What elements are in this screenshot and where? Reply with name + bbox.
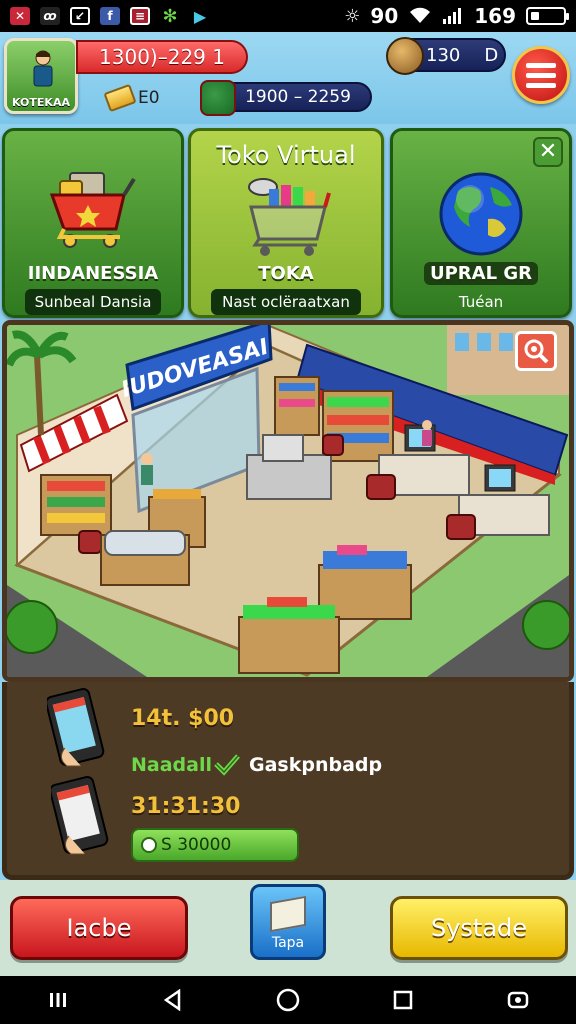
gem-value: 130 <box>426 44 461 66</box>
shopping-cart-icon <box>49 172 136 248</box>
app-icon-5: ≡ <box>130 7 150 25</box>
store-cards: IINDANESSIA Sunbeal Dansia Toko Virtual … <box>0 126 576 320</box>
left-action-button[interactable]: Iacbe <box>10 896 188 960</box>
store-card-indonesia[interactable]: IINDANESSIA Sunbeal Dansia <box>2 128 184 318</box>
main-menu-button[interactable] <box>512 46 570 104</box>
shield-check-icon <box>141 837 157 853</box>
card-subtitle: Tuéan <box>458 293 504 311</box>
card-title: Toko Virtual <box>216 141 356 169</box>
menu-line-icon <box>526 82 556 88</box>
gem-suffix: D <box>484 44 499 66</box>
store-card-upral[interactable]: ✕ UPRAL GR Tuéan <box>390 128 572 318</box>
owner-description: Gaskpnbadp <box>249 754 383 776</box>
gold-bar-icon <box>103 83 137 113</box>
card-subtitle: Nast oclëraatxan <box>211 289 361 315</box>
status-bar: ✕ ꝏ ↙ f ≡ ✻ ▶ ☼ 90 169 <box>0 0 576 32</box>
brightness-icon: ☼ <box>344 5 361 27</box>
menu-line-icon <box>526 72 556 78</box>
top-hud: KOTEKAA 1300)–229 1 E0 1900 – 2259 130 D <box>0 32 576 124</box>
cash-stack-icon <box>200 80 236 116</box>
amount-text: S 30000 <box>161 835 232 855</box>
gold-counter: E0 <box>103 83 160 113</box>
wifi-icon <box>410 7 431 23</box>
menu-line-icon <box>526 62 556 68</box>
recent-apps-icon[interactable] <box>43 985 73 1015</box>
magnifier-gear-icon <box>524 339 549 364</box>
globe-icon <box>439 172 523 256</box>
battery-icon <box>526 7 569 25</box>
money-counter: 1300)–229 1 <box>76 40 248 74</box>
battery-percent: 90 <box>370 4 399 28</box>
store-price: 14t. $00 <box>131 706 235 731</box>
gold-text: E0 <box>138 88 160 108</box>
cash-text: 1900 – 2259 <box>245 87 351 107</box>
system-nav-bar <box>0 976 576 1024</box>
close-icon[interactable]: ✕ <box>533 137 563 167</box>
screenshot-icon[interactable] <box>503 985 533 1015</box>
timer-text: 31:31:30 <box>131 794 241 819</box>
app-icon-1: ✕ <box>10 7 30 25</box>
checkmark-icon <box>214 754 240 776</box>
coin-bag-icon <box>386 37 424 75</box>
app-icon-3: ↙ <box>70 7 90 25</box>
player-label: KOTEKAA <box>12 96 70 109</box>
cash-counter: 1900 – 2259 <box>200 80 372 116</box>
store-info-panel: 14t. $00 Naadall Gaskpnbadp 31:31:30 S 3… <box>2 682 574 880</box>
card-subtitle: Sunbeal Dansia <box>25 289 161 315</box>
facebook-icon: f <box>100 7 120 25</box>
card-name-text: UPRAL GR <box>424 262 538 285</box>
amount-button[interactable]: S 30000 <box>131 828 299 862</box>
card-name: UPRAL GR <box>393 262 569 285</box>
grocery-cart-icon <box>248 178 331 256</box>
notification-icons: ✕ ꝏ ↙ f ≡ ✻ ▶ <box>10 5 210 27</box>
back-icon[interactable] <box>158 985 188 1015</box>
shopkeeper-icon <box>33 50 53 87</box>
player-avatar[interactable]: KOTEKAA <box>4 38 78 114</box>
map-button-label: Tapa <box>271 935 305 951</box>
package-icon <box>270 895 306 933</box>
card-name: TOKA <box>258 263 314 284</box>
play-store-icon: ▶ <box>193 6 207 26</box>
isometric-store-illustration: IUDOVEASAI <box>7 325 569 677</box>
store-card-toko-virtual[interactable]: Toko Virtual TOKA Nast oclëraatxan <box>188 128 384 318</box>
settings-icon: ✻ <box>162 5 178 27</box>
signal-icon <box>443 8 462 24</box>
home-icon[interactable] <box>273 985 303 1015</box>
card-name: IINDANESSIA <box>27 263 159 284</box>
clock-text: 169 <box>474 4 516 28</box>
action-bar: Iacbe Tapa Systade <box>0 880 576 976</box>
app-icon-2: ꝏ <box>40 7 60 25</box>
store-scene[interactable]: IUDOVEASAI <box>2 320 574 682</box>
smartphone-icon <box>51 776 109 855</box>
owner-name: Naadall <box>131 754 212 776</box>
gem-counter[interactable]: 130 D <box>386 37 506 75</box>
right-action-button[interactable]: Systade <box>390 896 568 960</box>
overview-icon[interactable] <box>388 985 418 1015</box>
map-button[interactable]: Tapa <box>250 884 326 960</box>
zoom-button[interactable] <box>515 331 557 371</box>
smartphone-icon <box>47 688 105 767</box>
